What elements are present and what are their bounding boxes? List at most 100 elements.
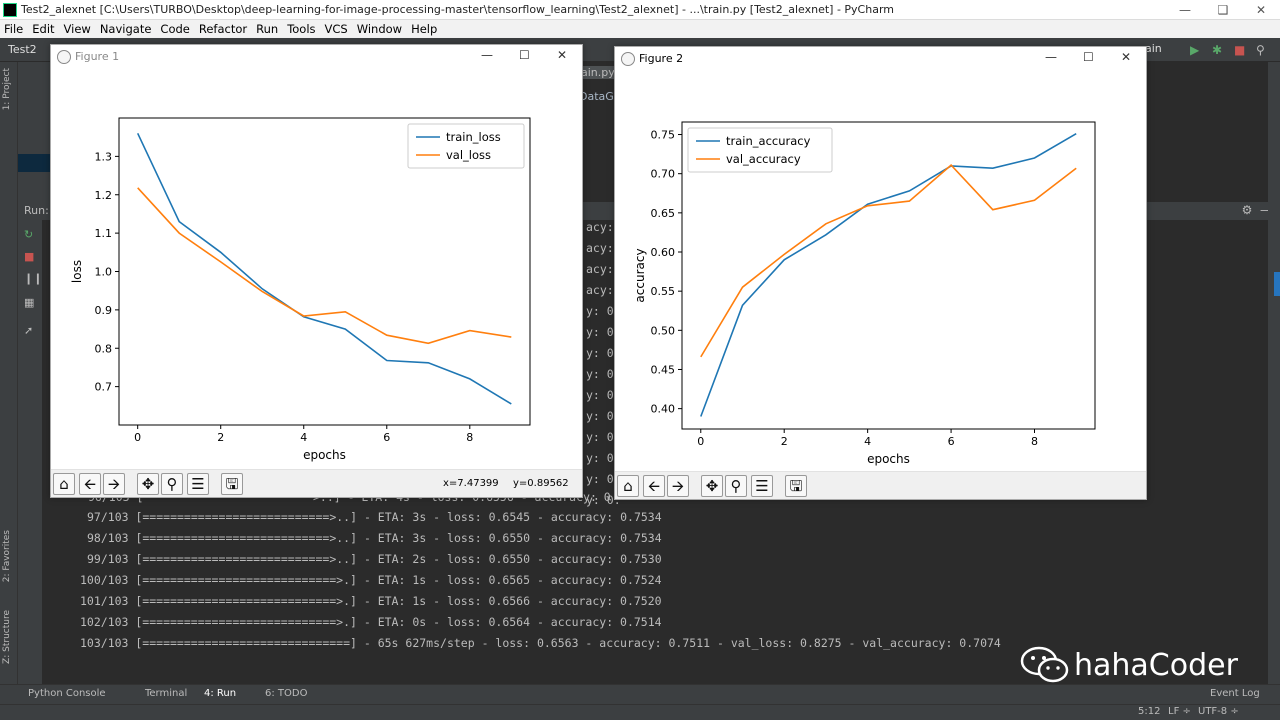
figure-2-toolbar: ⌂ 🡨 🡪 ✥ ⚲ ☰ 🖫 xyxy=(615,471,1146,499)
event-log-tab[interactable]: Event Log xyxy=(1210,688,1260,699)
project-breadcrumb[interactable]: Test2 xyxy=(8,43,37,56)
home-icon[interactable]: ⌂ xyxy=(617,475,639,497)
layout-icon[interactable]: ▦ xyxy=(24,296,34,309)
accuracy-chart[interactable]: 0 2 4 6 8 0.40 0.45 0.50 0.55 0.60 0.65 0.70 0.75 epo… xyxy=(615,71,1146,473)
pan-icon[interactable]: ✥ xyxy=(137,473,159,495)
menu-navigate[interactable]: Navigate xyxy=(100,22,152,36)
pin-tab-icon[interactable]: ➚ xyxy=(24,324,33,337)
rerun-icon[interactable]: ↻ xyxy=(24,228,33,241)
console-line: 100/103 [============================>.]… xyxy=(80,573,662,587)
figure-1-window[interactable]: Figure 1 — ☐ ✕ 0 2 4 6 8 0.7 0.8 0.9 1.0 1.1 1.2 1.… xyxy=(50,44,583,498)
maximize-icon[interactable]: ☐ xyxy=(1083,50,1094,64)
y-tick-label: 1.2 xyxy=(95,189,113,202)
file-encoding[interactable]: UTF-8 ÷ xyxy=(1198,706,1239,717)
favorites-tool-tab[interactable]: 2: Favorites xyxy=(2,530,12,582)
tab-run[interactable]: 4: Run xyxy=(204,688,236,699)
stop-run-icon[interactable]: ■ xyxy=(24,250,34,263)
loss-chart[interactable]: 0 2 4 6 8 0.7 0.8 0.9 1.0 1.1 1.2 1.3 epochs loss trai… xyxy=(51,69,582,471)
x-tick-label: 0 xyxy=(697,435,704,448)
maximize-icon[interactable]: ❑ xyxy=(1204,0,1242,20)
ide-title-text: Test2_alexnet [C:\Users\TURBO\Desktop\de… xyxy=(21,3,894,16)
x-axis-label: epochs xyxy=(867,452,910,466)
run-configuration-select[interactable]: ain xyxy=(1145,42,1162,55)
menu-file[interactable]: File xyxy=(4,22,23,36)
caret-position[interactable]: 5:12 xyxy=(1138,706,1160,717)
save-icon[interactable]: 🖫 xyxy=(221,473,243,495)
x-tick-label: 8 xyxy=(466,431,473,444)
menu-edit[interactable]: Edit xyxy=(32,22,54,36)
menu-tools[interactable]: Tools xyxy=(287,22,315,36)
settings-gear-icon[interactable]: ⚙ xyxy=(1242,203,1253,217)
figure-1-titlebar[interactable]: Figure 1 — ☐ ✕ xyxy=(51,45,582,69)
close-icon[interactable]: ✕ xyxy=(1242,0,1280,20)
menu-refactor[interactable]: Refactor xyxy=(199,22,247,36)
watermark: hahaCoder xyxy=(1020,646,1238,684)
y-tick-label: 0.65 xyxy=(651,207,676,220)
back-icon[interactable]: 🡨 xyxy=(79,473,101,495)
menu-window[interactable]: Window xyxy=(357,22,402,36)
tab-terminal[interactable]: Terminal xyxy=(145,688,187,699)
x-axis-label: epochs xyxy=(303,448,346,462)
y-tick-label: 1.0 xyxy=(95,266,113,279)
structure-tool-tab[interactable]: Z: Structure xyxy=(2,610,12,664)
pycharm-logo-icon xyxy=(3,2,17,17)
minimize-icon[interactable]: — xyxy=(481,48,493,62)
tab-todo[interactable]: 6: TODO xyxy=(265,688,307,699)
y-tick-label: 0.55 xyxy=(651,285,676,298)
cursor-x-readout: x=7.47399 xyxy=(443,478,499,489)
close-icon[interactable]: ✕ xyxy=(557,48,567,62)
status-bar: 5:12 LF ÷ UTF-8 ÷ xyxy=(0,704,1280,720)
x-tick-label: 2 xyxy=(781,435,788,448)
x-tick-label: 2 xyxy=(217,431,224,444)
legend-label: val_loss xyxy=(446,148,491,162)
home-icon[interactable]: ⌂ xyxy=(53,473,75,495)
ide-title-bar: Test2_alexnet [C:\Users\TURBO\Desktop\de… xyxy=(0,0,1280,20)
menu-help[interactable]: Help xyxy=(411,22,437,36)
debug-icon[interactable]: ✱ xyxy=(1212,43,1222,57)
editor-area-visible: ain.py DataG xyxy=(579,62,617,202)
x-tick-label: 4 xyxy=(864,435,871,448)
project-tool-tab[interactable]: 1: Project xyxy=(2,68,12,110)
forward-icon[interactable]: 🡪 xyxy=(667,475,689,497)
y-tick-label: 1.1 xyxy=(95,227,113,240)
pause-output-icon[interactable]: ❙❙ xyxy=(24,272,42,285)
legend-label: train_loss xyxy=(446,130,501,144)
menu-code[interactable]: Code xyxy=(160,22,189,36)
tab-python-console[interactable]: Python Console xyxy=(28,688,106,699)
menu-vcs[interactable]: VCS xyxy=(325,22,348,36)
run-panel-actions: ↻ ■ ❙❙ ▦ ➚ xyxy=(18,220,42,684)
x-tick-label: 6 xyxy=(383,431,390,444)
run-icon[interactable]: ▶ xyxy=(1190,43,1199,57)
menu-view[interactable]: View xyxy=(64,22,91,36)
search-everywhere-icon[interactable]: ⚲ xyxy=(1256,43,1265,57)
minimize-icon[interactable]: — xyxy=(1166,0,1204,20)
editor-tab-train-py[interactable]: ain.py xyxy=(579,66,617,79)
y-tick-label: 1.3 xyxy=(95,150,113,163)
y-axis-label: accuracy xyxy=(633,248,647,302)
console-line: 99/103 [===========================>..] … xyxy=(87,552,662,566)
matplotlib-icon xyxy=(621,52,635,66)
bottom-tool-tabs: Python Console Terminal 4: Run 6: TODO E… xyxy=(0,684,1280,704)
menu-bar: File Edit View Navigate Code Refactor Ru… xyxy=(0,20,1280,38)
watermark-text: hahaCoder xyxy=(1074,647,1238,683)
zoom-icon[interactable]: ⚲ xyxy=(725,475,747,497)
stop-icon[interactable]: ■ xyxy=(1234,43,1245,57)
minimize-icon[interactable]: — xyxy=(1045,50,1057,64)
figure-2-titlebar[interactable]: Figure 2 — ☐ ✕ xyxy=(615,47,1146,71)
console-line: 102/103 [============================>.]… xyxy=(80,615,662,629)
figure-2-window[interactable]: Figure 2 — ☐ ✕ 0 2 4 6 8 0.40 0.45 0.50 0.55 0.60… xyxy=(614,46,1147,500)
x-tick-label: 0 xyxy=(134,431,141,444)
back-icon[interactable]: 🡨 xyxy=(643,475,665,497)
configure-icon[interactable]: ☰ xyxy=(187,473,209,495)
line-separator[interactable]: LF ÷ xyxy=(1168,706,1191,717)
configure-icon[interactable]: ☰ xyxy=(751,475,773,497)
forward-icon[interactable]: 🡪 xyxy=(103,473,125,495)
close-icon[interactable]: ✕ xyxy=(1121,50,1131,64)
zoom-icon[interactable]: ⚲ xyxy=(161,473,183,495)
pan-icon[interactable]: ✥ xyxy=(701,475,723,497)
cursor-y-readout: y=0.89562 xyxy=(513,478,569,489)
save-icon[interactable]: 🖫 xyxy=(785,475,807,497)
console-line: 98/103 [===========================>..] … xyxy=(87,531,662,545)
maximize-icon[interactable]: ☐ xyxy=(519,48,530,62)
menu-run[interactable]: Run xyxy=(256,22,278,36)
